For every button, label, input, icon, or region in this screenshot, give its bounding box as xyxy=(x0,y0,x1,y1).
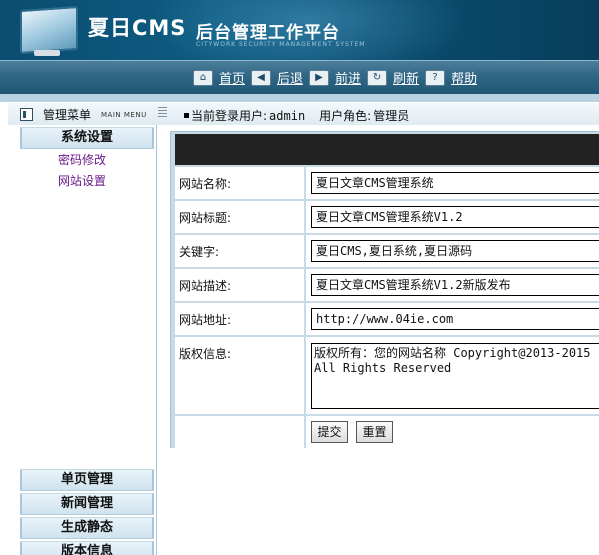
refresh-icon: ↻ xyxy=(367,69,388,86)
sidebar-menu: 系统设置 密码修改 网站设置 单页管理 新闻管理 生成静态 版本信息 xyxy=(8,125,157,555)
role-label: 用户角色: xyxy=(319,109,372,123)
menu-grip-icon xyxy=(158,107,167,119)
form-row-site-title: 网站标题: 夏日文章CMS管理系统V1.2 xyxy=(175,201,599,233)
menu-title: 管理菜单 MAIN MENU xyxy=(20,106,147,123)
copyright-textarea[interactable]: 版权所有：您的网站名称 Copyright@2013-2015 All Righ… xyxy=(311,343,599,409)
role-name: 管理员 xyxy=(373,109,410,123)
bullet-icon xyxy=(184,113,189,118)
nav-forward[interactable]: ▶ 前进 xyxy=(309,68,361,87)
subheader-bar: 管理菜单 MAIN MENU 当前登录用户: admin 用户角色: 管理员 xyxy=(8,102,599,125)
user-name: admin xyxy=(269,108,306,123)
sidebar-group-version[interactable]: 版本信息 xyxy=(20,541,154,555)
logo-subtitle: 后台管理工作平台 xyxy=(196,23,340,43)
admin-page: 夏日CMS 后台管理工作平台 CITYWORK SECURITY MANAGEM… xyxy=(0,0,599,555)
toolbar-nav: ⌂ 首页 ◀ 后退 ▶ 前进 ↻ 刷新 ? 帮助 xyxy=(193,68,483,87)
form-row-site-name: 网站名称: 夏日文章CMS管理系统 xyxy=(175,167,599,199)
nav-back-label[interactable]: 后退 xyxy=(277,68,303,87)
sidebar-item-site-settings[interactable]: 网站设置 xyxy=(58,172,106,189)
sidebar-group-news[interactable]: 新闻管理 xyxy=(20,493,154,515)
site-name-input[interactable]: 夏日文章CMS管理系统 xyxy=(311,172,599,194)
nav-help[interactable]: ? 帮助 xyxy=(425,68,477,87)
menu-panel-icon xyxy=(20,108,33,121)
sidebar-group-system-settings[interactable]: 系统设置 xyxy=(20,127,154,149)
sidebar-group-single-page[interactable]: 单页管理 xyxy=(20,469,154,491)
form-row-actions: 提交 重置 xyxy=(175,416,599,448)
divider-strip xyxy=(0,94,599,102)
reset-button[interactable]: 重置 xyxy=(356,421,393,443)
monitor-stand xyxy=(34,50,60,56)
user-info: 当前登录用户: admin 用户角色: 管理员 xyxy=(184,107,411,124)
nav-help-label[interactable]: 帮助 xyxy=(451,68,477,87)
nav-home[interactable]: ⌂ 首页 xyxy=(193,68,245,87)
back-arrow-icon: ◀ xyxy=(251,69,272,86)
description-input[interactable]: 夏日文章CMS管理系统V1.2新版发布 xyxy=(311,274,599,296)
sidebar-group-static[interactable]: 生成静态 xyxy=(20,517,154,539)
user-label: 当前登录用户: xyxy=(191,109,268,123)
description-label: 网站描述: xyxy=(175,269,306,301)
form-row-description: 网站描述: 夏日文章CMS管理系统V1.2新版发布 xyxy=(175,269,599,301)
submit-button[interactable]: 提交 xyxy=(311,421,348,443)
menu-title-en-label: MAIN MENU xyxy=(101,110,147,119)
help-icon: ? xyxy=(425,69,446,86)
forward-arrow-icon: ▶ xyxy=(309,69,330,86)
nav-refresh[interactable]: ↻ 刷新 xyxy=(367,68,419,87)
settings-form: 网站名称: 夏日文章CMS管理系统 网站标题: 夏日文章CMS管理系统V1.2 … xyxy=(170,131,599,448)
logo-title: 夏日CMS xyxy=(88,16,187,40)
form-header-bar xyxy=(175,134,599,165)
nav-forward-label[interactable]: 前进 xyxy=(335,68,361,87)
header-banner: 夏日CMS 后台管理工作平台 CITYWORK SECURITY MANAGEM… xyxy=(0,0,599,60)
main-content: 网站名称: 夏日文章CMS管理系统 网站标题: 夏日文章CMS管理系统V1.2 … xyxy=(165,125,599,555)
nav-home-label[interactable]: 首页 xyxy=(219,68,245,87)
keywords-label: 关键字: xyxy=(175,235,306,267)
keywords-input[interactable]: 夏日CMS,夏日系统,夏日源码 xyxy=(311,240,599,262)
top-toolbar: ⌂ 首页 ◀ 后退 ▶ 前进 ↻ 刷新 ? 帮助 xyxy=(0,60,599,95)
nav-refresh-label[interactable]: 刷新 xyxy=(393,68,419,87)
site-url-input[interactable]: http://www.04ie.com xyxy=(311,308,599,330)
monitor-logo-icon xyxy=(20,5,78,55)
form-row-keywords: 关键字: 夏日CMS,夏日系统,夏日源码 xyxy=(175,235,599,267)
menu-title-label: 管理菜单 xyxy=(43,108,92,122)
form-row-site-url: 网站地址: http://www.04ie.com xyxy=(175,303,599,335)
home-icon: ⌂ xyxy=(193,69,213,86)
copyright-label: 版权信息: xyxy=(175,337,306,414)
site-title-input[interactable]: 夏日文章CMS管理系统V1.2 xyxy=(311,206,599,228)
form-row-copyright: 版权信息: 版权所有：您的网站名称 Copyright@2013-2015 Al… xyxy=(175,337,599,414)
sidebar-item-password[interactable]: 密码修改 xyxy=(58,151,106,168)
nav-back[interactable]: ◀ 后退 xyxy=(251,68,303,87)
site-url-label: 网站地址: xyxy=(175,303,306,335)
site-title-label: 网站标题: xyxy=(175,201,306,233)
logo-english-subtitle: CITYWORK SECURITY MANAGEMENT SYSTEM xyxy=(196,41,366,48)
site-name-label: 网站名称: xyxy=(175,167,306,199)
